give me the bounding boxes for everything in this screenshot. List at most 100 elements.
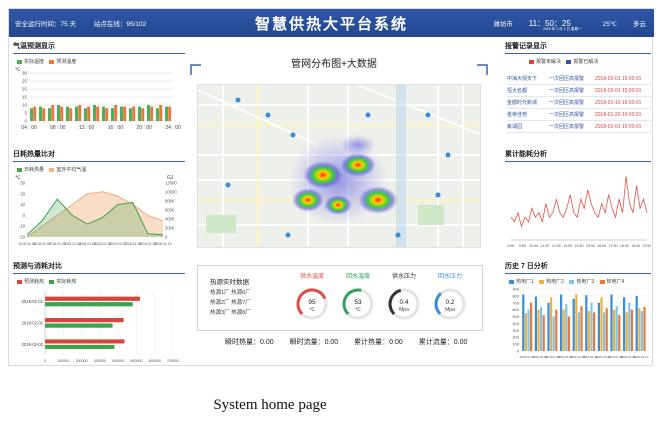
- bar: [69, 108, 73, 121]
- x-tick-label: 200000: [76, 359, 88, 363]
- bar: [562, 309, 565, 351]
- history-panel: 历史 7 日分析 热电厂1 热电厂2 热电厂3 热电厂4 900 800 700 60…: [505, 261, 651, 370]
- panel-title: 气温预测显示: [13, 43, 55, 50]
- bar: [156, 108, 159, 121]
- alarm-row[interactable]: 中海大观天下 一次回压高报警 2018-02-01 15:00:01: [507, 73, 652, 85]
- realtime-data-box: 热源实时数据 热源1厂 热源6厂 热源2厂 热源7厂 热源3厂 热源8厂 供水温…: [197, 265, 483, 331]
- y-tick-label: 25: [22, 79, 28, 84]
- bar: [129, 108, 132, 121]
- y-tick-label: 300: [512, 328, 519, 333]
- date-label: 2018 年 1 月 1 日 星期一: [543, 27, 582, 31]
- x-tick-label: 19:50: [631, 244, 640, 248]
- x-tick-label: 600000: [149, 359, 161, 363]
- alarm-cell: 紫湖园: [507, 124, 523, 130]
- y2-tick-label: 0: [165, 235, 168, 240]
- y2-tick-label: 8000: [165, 199, 175, 204]
- bar: [527, 309, 530, 351]
- bar: [610, 294, 613, 351]
- history-chart: 90080070060050040030020010002018-01-0120…: [512, 287, 649, 360]
- y-tick-label: 10: [22, 103, 28, 108]
- bar: [51, 105, 55, 121]
- legend: 预测耗热 实际耗热: [13, 278, 185, 285]
- y-tick-label: 200: [512, 335, 519, 340]
- forecast-compare-panel: 预测与消耗对比 预测耗热 实际耗热 0 100000 200000 300000 400…: [13, 261, 185, 374]
- bar: [635, 295, 638, 351]
- y-tick-label: 20: [20, 191, 25, 196]
- alarm-cell: 2018-01-20 19:00:01: [595, 112, 642, 118]
- bar: [537, 309, 540, 351]
- bar: [547, 302, 550, 351]
- heat-source-row[interactable]: 热源2厂 热源7厂: [210, 298, 251, 308]
- x-tick-label: 16 : 00: [108, 125, 124, 131]
- y-tick-label: 2018-01-01: [22, 299, 44, 304]
- bar: [75, 106, 78, 121]
- bar: [45, 296, 141, 301]
- alarm-cell: 一次回压高报警: [549, 124, 585, 130]
- x-tick-label: 15:50: [586, 244, 595, 248]
- bar: [57, 105, 60, 121]
- y-tick-label: 800: [512, 293, 519, 298]
- y-tick-label: 0: [517, 349, 520, 354]
- x-tick-label: 2018-01-10: [633, 355, 649, 359]
- y-tick-label: 900: [512, 287, 519, 292]
- y-tick-label: 400: [512, 321, 519, 326]
- x-tick-label: 400000: [112, 359, 124, 363]
- bar: [603, 312, 606, 351]
- x-tick-label: 100000: [57, 359, 69, 363]
- bar: [42, 108, 46, 121]
- heat-source-row[interactable]: 热源3厂 热源8厂: [210, 308, 251, 318]
- bar: [625, 312, 628, 351]
- y-tick-label: 600: [512, 307, 519, 312]
- x-tick-label: 2018-01-10: [154, 242, 171, 246]
- alarm-row[interactable]: 恒大名都 一次回压高报警 2018-02-01 15:00:01: [507, 85, 652, 97]
- alarm-row[interactable]: 金都时代新城 一次回压高报警 2018-01-10 16:00:01: [507, 97, 652, 109]
- panel-title: 历史 7 日分析: [505, 263, 548, 270]
- alarm-cell: 金都时代新城: [507, 100, 538, 106]
- x-tick-label: 16:50: [597, 244, 606, 248]
- heat-source-row[interactable]: 热源1厂 热源6厂: [210, 288, 251, 298]
- bar: [45, 323, 113, 328]
- bar: [96, 106, 100, 121]
- alarm-row[interactable]: 金帝佳苑 一次回压高报警 2018-01-20 19:00:01: [507, 109, 652, 121]
- bar: [60, 106, 64, 121]
- bar: [628, 302, 631, 351]
- gauge-label: 回水温度: [346, 272, 370, 280]
- alarm-cell: 金帝佳苑: [507, 112, 528, 118]
- alarm-row[interactable]: 紫湖园 一次回压高报警 2018-02-01 15:00:01: [507, 121, 652, 133]
- temp-forecast-panel: 气温预测显示 实际温度 预测温度 ℃ 30 25 20 15 10 5 0 04 : 00 08 …: [13, 41, 185, 138]
- y-tick-label: 30: [22, 71, 28, 76]
- gauge-unit: ℃: [309, 307, 315, 313]
- bar: [567, 316, 570, 351]
- bar: [565, 304, 568, 351]
- x-tick-label: 24 : 00: [165, 125, 181, 131]
- bar: [587, 311, 590, 351]
- bar: [643, 306, 646, 351]
- x-tick-label: 700000: [167, 359, 179, 363]
- alarm-panel: 报警记录显示 报警未解决 报警已解决: [505, 41, 651, 65]
- bar: [522, 294, 525, 351]
- alarm-cell: 2018-02-01 15:00:01: [595, 88, 642, 94]
- alarm-cell: 恒大名都: [507, 88, 528, 94]
- y-tick-label: 10: [20, 202, 25, 207]
- y-axis-label: ℃: [15, 67, 21, 73]
- temp-forecast-chart: ℃ 30 25 20 15 10 5 004 : 00 08 : 00 12 : 00 16 : 0…: [15, 67, 181, 131]
- figure-caption: System home page: [213, 397, 327, 413]
- gauge-label: 供水温度: [300, 272, 324, 280]
- gauge-unit: Mpa: [445, 307, 455, 313]
- bar: [524, 313, 527, 351]
- gauge-value: 0.4: [399, 299, 408, 306]
- x-tick-label: 300000: [94, 359, 106, 363]
- y-tick-label: 20: [22, 87, 28, 92]
- bar: [30, 108, 33, 121]
- heatmap-layer[interactable]: [198, 85, 481, 248]
- bar: [33, 106, 37, 121]
- bar: [66, 106, 69, 121]
- x-tick-label: 10:50: [529, 244, 538, 248]
- y-tick-label: 0: [24, 119, 27, 124]
- bar: [111, 108, 114, 121]
- x-tick-label: 04 : 00: [21, 125, 37, 131]
- gauge-unit: Mpa: [399, 307, 409, 313]
- pipe-network-map[interactable]: [197, 84, 481, 248]
- y-tick-label: 100: [512, 342, 519, 347]
- bar: [615, 306, 618, 351]
